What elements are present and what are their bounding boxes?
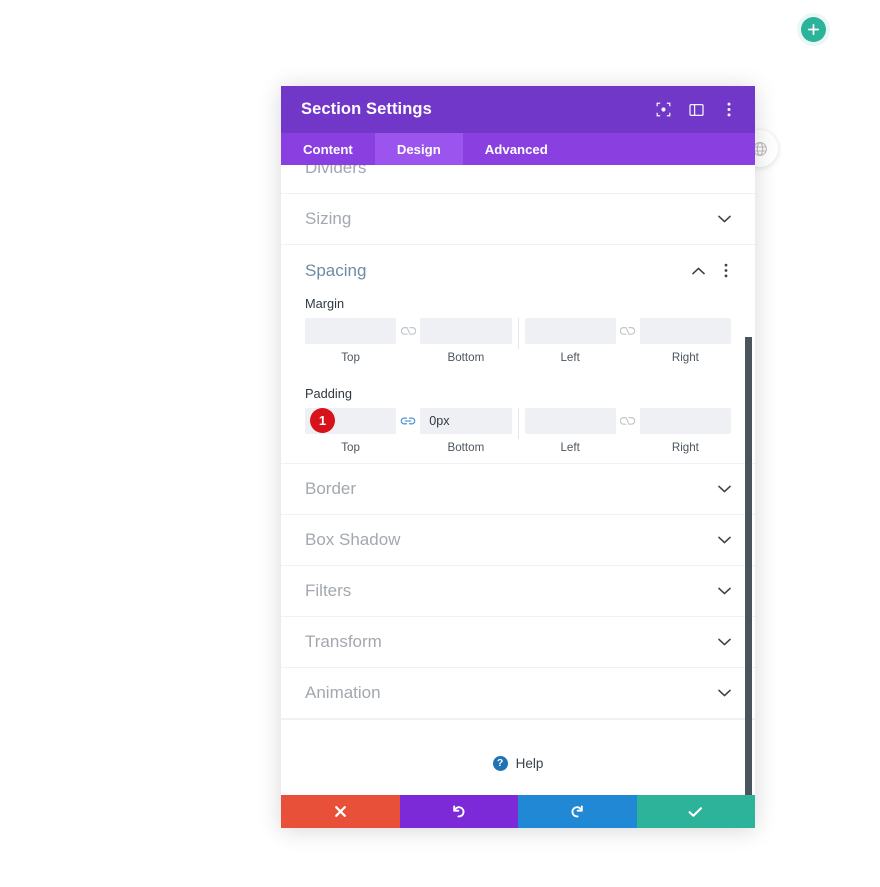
divider [517,318,519,349]
accordion-spacing-header[interactable]: Spacing [281,245,755,296]
margin-top-input[interactable] [305,318,397,344]
editor-canvas: Section Settings Content Design Advanced… [0,0,880,887]
focus-target-icon[interactable] [655,102,671,118]
margin-bottom-input[interactable] [420,318,512,344]
accordion-transform[interactable]: Transform [281,617,755,668]
settings-scroll-area[interactable]: Dividers Sizing Spacing Margin Top Botto… [281,165,755,795]
accordion-label: Box Shadow [305,530,401,549]
check-icon [688,806,703,818]
tab-advanced[interactable]: Advanced [463,133,570,165]
accordion-label: Border [305,479,357,498]
modal-tabs: Content Design Advanced [281,133,755,165]
margin-bottom-cell: Bottom [420,318,512,364]
responsive-view-icon[interactable] [688,102,704,118]
tab-content[interactable]: Content [281,133,375,165]
plus-icon [808,24,819,35]
accordion-spacing: Spacing Margin Top Bottom Left Right Pad… [281,245,755,464]
accordion-label: Filters [305,581,352,600]
margin-top-caption: Top [341,351,360,364]
padding-vertical-pair: Top [305,408,512,454]
accordion-border[interactable]: Border [281,464,755,515]
undo-button[interactable] [399,795,518,828]
margin-label: Margin [305,296,345,311]
more-vertical-icon[interactable] [721,102,737,118]
chevron-up-icon[interactable] [691,263,705,279]
margin-left-cell: Left [524,318,616,364]
accordion-box-shadow[interactable]: Box Shadow [281,515,755,566]
scrollbar-thumb[interactable] [745,337,752,795]
accordion-label: Animation [305,683,381,702]
margin-right-cell: Right [639,318,731,364]
margin-right-input[interactable] [639,318,731,344]
margin-horizontal-pair: Left Right [524,318,731,364]
accordion-label: Transform [305,632,382,651]
chevron-down-icon [717,212,731,226]
padding-group: Padding 1 Top [281,386,755,454]
cancel-button[interactable] [281,795,400,828]
modal-header-actions [655,102,737,118]
margin-top-cell: Top [305,318,397,364]
chain-broken-icon[interactable] [616,408,640,434]
chain-broken-icon[interactable] [396,318,420,344]
padding-left-caption: Left [560,441,580,454]
accordion-animation[interactable]: Animation [281,668,755,719]
margin-left-caption: Left [560,351,580,364]
accordion-dividers[interactable]: Dividers [281,165,755,194]
margin-vertical-pair: Top Bottom [305,318,512,364]
padding-left-cell: Left [524,408,616,454]
accordion-label: Sizing [305,209,352,228]
chevron-down-icon [717,686,731,700]
padding-horizontal-pair: Left Right [524,408,731,454]
margin-left-input[interactable] [524,318,616,344]
margin-group: Margin Top Bottom Left Right [281,296,755,364]
modal-footer [281,795,755,828]
chevron-down-icon [717,533,731,547]
chain-broken-icon[interactable] [616,318,640,344]
redo-button[interactable] [518,795,637,828]
accordion-sizing[interactable]: Sizing [281,194,755,245]
add-section-button[interactable] [801,17,826,42]
padding-bottom-input[interactable] [420,408,512,434]
help-row[interactable]: ? Help [281,719,755,795]
divider [517,408,519,439]
accordion-filters[interactable]: Filters [281,566,755,617]
close-icon [334,805,347,818]
question-circle-icon: ? [492,756,508,771]
accordion-label: Dividers [305,165,367,177]
section-settings-modal: Section Settings Content Design Advanced… [281,86,755,828]
more-vertical-icon[interactable] [719,263,733,279]
margin-right-caption: Right [671,351,699,364]
redo-icon [570,804,585,819]
chevron-down-icon [717,635,731,649]
padding-right-cell: Right [639,408,731,454]
save-button[interactable] [636,795,755,828]
tab-design[interactable]: Design [374,133,463,165]
chain-linked-icon[interactable] [396,408,420,434]
padding-top-caption: Top [341,441,360,454]
accordion-label: Spacing [305,260,367,280]
padding-bottom-cell: Bottom [420,408,512,454]
chevron-down-icon [717,482,731,496]
padding-right-input[interactable] [639,408,731,434]
margin-bottom-caption: Bottom [447,351,485,364]
modal-header: Section Settings [281,86,755,133]
chevron-down-icon [717,584,731,598]
page-title: Section Settings [301,100,432,118]
padding-bottom-caption: Bottom [447,441,485,454]
accordion-spacing-actions [691,263,733,279]
status-badge: 1 [310,408,335,433]
undo-icon [451,804,466,819]
padding-right-caption: Right [671,441,699,454]
help-label[interactable]: Help [516,756,544,771]
padding-label: Padding [305,386,352,401]
padding-left-input[interactable] [524,408,616,434]
